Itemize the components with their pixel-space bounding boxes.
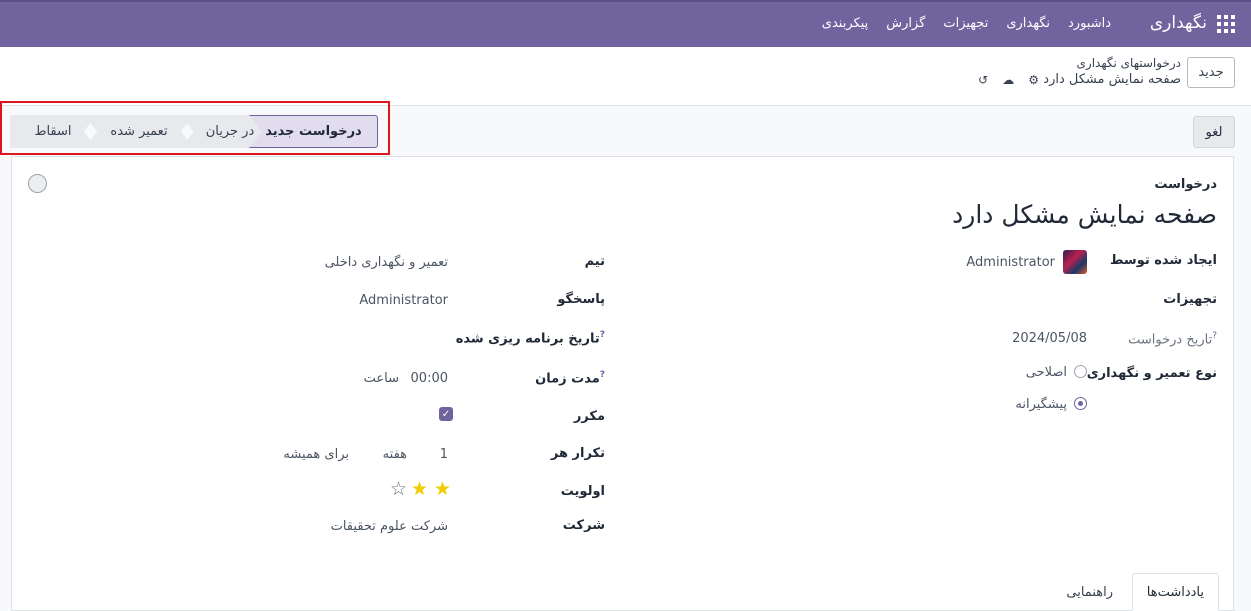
created-by-label: ایجاد شده توسط [1109,253,1217,268]
tab-notes[interactable]: یادداشت‌ها [1131,573,1219,611]
star-icon[interactable]: ★ [434,480,451,499]
team-value[interactable]: تعمیر و نگهداری داخلی [325,255,448,270]
breadcrumb-current: صفحه نمایش مشکل دارد [1043,72,1181,87]
stage-repaired[interactable]: تعمیر شده [84,115,194,148]
star-outline-icon[interactable]: ☆ [390,480,407,499]
created-by-value[interactable]: Administrator [966,255,1055,270]
duration-label: مدت زمان? [535,370,605,387]
title-label: درخواست [1154,177,1217,192]
stage-scrap[interactable]: اسقاط [10,115,96,148]
equipment-label: تجهیزات [1163,292,1217,307]
recurring-label: مکرر [573,409,605,424]
responsible-label: پاسخگو [557,292,605,307]
corrective-radio[interactable] [1074,365,1087,378]
notebook-tabs: یادداشت‌ها راهنمایی [12,563,1235,611]
stage-new-request[interactable]: درخواست جدید [249,115,378,148]
stage-statusbar: اسقاط تعمیر شده در جریان درخواست جدید [10,115,378,148]
tab-instructions[interactable]: راهنمایی [1052,573,1127,611]
gear-icon[interactable]: ⚙ [1028,73,1039,87]
star-icon[interactable]: ★ [411,480,428,499]
repeat-every-label: تکرار هر [550,446,605,461]
priority-label: اولویت [560,484,605,499]
cancel-button[interactable]: لغو [1193,116,1235,148]
team-label: تیم [584,254,605,269]
apps-menu-icon[interactable] [1217,15,1235,33]
menu-equipment[interactable]: تجهیزات [943,16,988,31]
responsible-value[interactable]: Administrator [359,293,448,308]
company-value[interactable]: شرکت علوم تحقیقات [331,519,448,534]
request-date-value[interactable]: 2024/05/08 [1012,331,1087,346]
record-actions: ⚙ ☁ ↺ [978,73,1039,87]
menu-maintenance[interactable]: نگهداری [1006,16,1050,31]
menu-reporting[interactable]: گزارش [886,16,925,31]
kanban-state-indicator[interactable] [28,174,47,193]
cloud-save-icon[interactable]: ☁ [1002,73,1014,87]
avatar [1063,250,1087,274]
new-button[interactable]: جدید [1187,57,1235,88]
duration-value[interactable]: 00:00 [411,371,448,386]
discard-icon[interactable]: ↺ [978,73,988,87]
preventive-label[interactable]: پیشگیرانه [1015,397,1067,412]
recurring-checkbox[interactable]: ✓ [439,407,453,421]
scheduled-date-label: تاریخ برنامه ریزی شده? [455,330,605,347]
help-icon[interactable]: ? [600,330,605,340]
corrective-label[interactable]: اصلاحی [1026,365,1067,380]
breadcrumb-parent[interactable]: درخواستهای نگهداری [1077,56,1181,70]
preventive-radio[interactable] [1074,397,1087,410]
top-navbar: نگهداری داشبورد نگهداری تجهیزات گزارش پی… [0,0,1251,47]
menu-dashboard[interactable]: داشبورد [1068,16,1111,31]
app-brand[interactable]: نگهداری [1150,13,1207,33]
repeat-unit[interactable]: هفته [383,447,407,462]
menu-configuration[interactable]: پیکربندی [822,16,868,31]
title-input[interactable]: صفحه نمایش مشکل دارد [952,200,1217,229]
repeat-until[interactable]: برای همیشه [283,447,349,462]
status-row: لغو اسقاط تعمیر شده در جریان درخواست جدی… [0,106,1251,156]
main-menu: داشبورد نگهداری تجهیزات گزارش پیکربندی [822,16,1111,31]
control-panel: جدید درخواستهای نگهداری صفحه نمایش مشکل … [0,47,1251,106]
duration-unit: ساعت [363,371,399,386]
request-date-label: تاریخ درخواست? [1128,331,1217,348]
form-sheet: درخواست صفحه نمایش مشکل دارد ایجاد شده ت… [11,156,1235,611]
maintenance-type-label: نوع تعمیر و نگهداری [1086,366,1217,381]
repeat-interval[interactable]: 1 [440,447,448,462]
company-label: شرکت [562,518,605,533]
help-icon[interactable]: ? [600,370,605,380]
help-icon[interactable]: ? [1212,331,1217,341]
